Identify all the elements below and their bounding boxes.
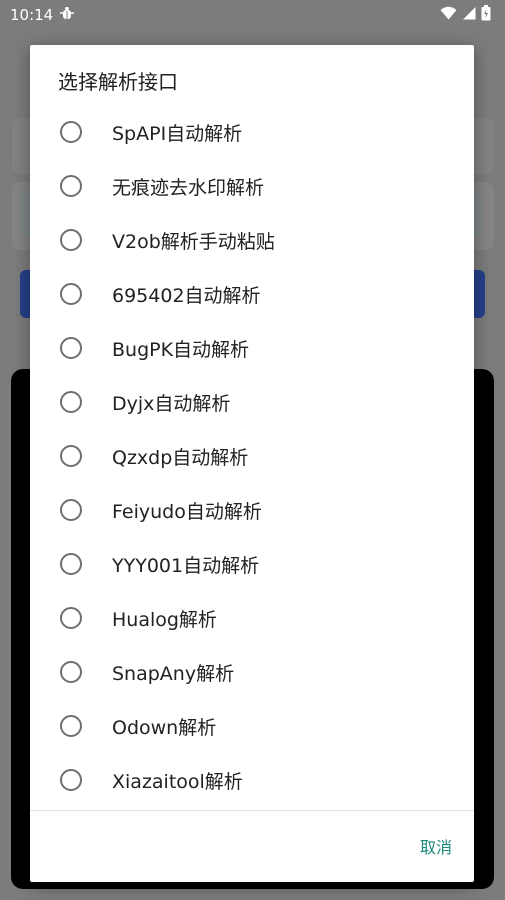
option-item[interactable]: V2ob解析手动粘贴 [30,213,474,267]
radio-button[interactable] [60,337,82,359]
bug-icon [59,5,75,25]
option-label: SnapAny解析 [112,662,235,685]
option-item[interactable]: Odown解析 [30,699,474,753]
status-left: 10:14 [10,5,75,25]
option-label: Feiyudo自动解析 [112,500,262,523]
select-parser-dialog: 选择解析接口 SpAPI自动解析 无痕迹去水印解析 V2ob解析手动粘贴 695… [30,45,474,882]
radio-button[interactable] [60,661,82,683]
radio-button[interactable] [60,499,82,521]
option-label: Odown解析 [112,716,217,739]
option-label: BugPK自动解析 [112,338,250,361]
option-item[interactable]: Hualog解析 [30,591,474,645]
screen: 10:14 选择解析接口 SpAPI自动解析 无痕迹去水印解析 V2ob解析手动… [0,0,505,900]
option-item[interactable]: Qzxdp自动解析 [30,429,474,483]
radio-button[interactable] [60,283,82,305]
option-label: Hualog解析 [112,608,217,631]
option-label: V2ob解析手动粘贴 [112,230,275,253]
option-label: Qzxdp自动解析 [112,446,249,469]
option-item[interactable]: BugPK自动解析 [30,321,474,375]
option-list: SpAPI自动解析 无痕迹去水印解析 V2ob解析手动粘贴 695402自动解析… [30,105,474,807]
option-label: Xiazaitool解析 [112,770,243,793]
radio-button[interactable] [60,715,82,737]
option-item[interactable]: 无痕迹去水印解析 [30,159,474,213]
radio-button[interactable] [60,175,82,197]
dialog-title: 选择解析接口 [58,70,178,94]
radio-button[interactable] [60,607,82,629]
status-bar: 10:14 [0,0,505,30]
radio-button[interactable] [60,445,82,467]
option-label: 无痕迹去水印解析 [112,176,265,199]
battery-icon [481,5,491,25]
option-item[interactable]: SpAPI自动解析 [30,105,474,159]
status-time: 10:14 [10,6,54,24]
radio-button[interactable] [60,391,82,413]
option-item[interactable]: Feiyudo自动解析 [30,483,474,537]
signal-icon [462,6,476,24]
option-label: Dyjx自动解析 [112,392,231,415]
option-label: 695402自动解析 [112,284,261,307]
dialog-divider [30,810,474,811]
cancel-button[interactable]: 取消 [420,833,452,863]
radio-button[interactable] [60,553,82,575]
radio-button[interactable] [60,769,82,791]
wifi-icon [440,6,457,24]
option-label: SpAPI自动解析 [112,122,243,145]
option-item[interactable]: Xiazaitool解析 [30,753,474,807]
radio-button[interactable] [60,121,82,143]
radio-button[interactable] [60,229,82,251]
option-item[interactable]: SnapAny解析 [30,645,474,699]
status-right [440,5,491,25]
option-item[interactable]: YYY001自动解析 [30,537,474,591]
option-label: YYY001自动解析 [112,554,260,577]
option-item[interactable]: 695402自动解析 [30,267,474,321]
option-item[interactable]: Dyjx自动解析 [30,375,474,429]
